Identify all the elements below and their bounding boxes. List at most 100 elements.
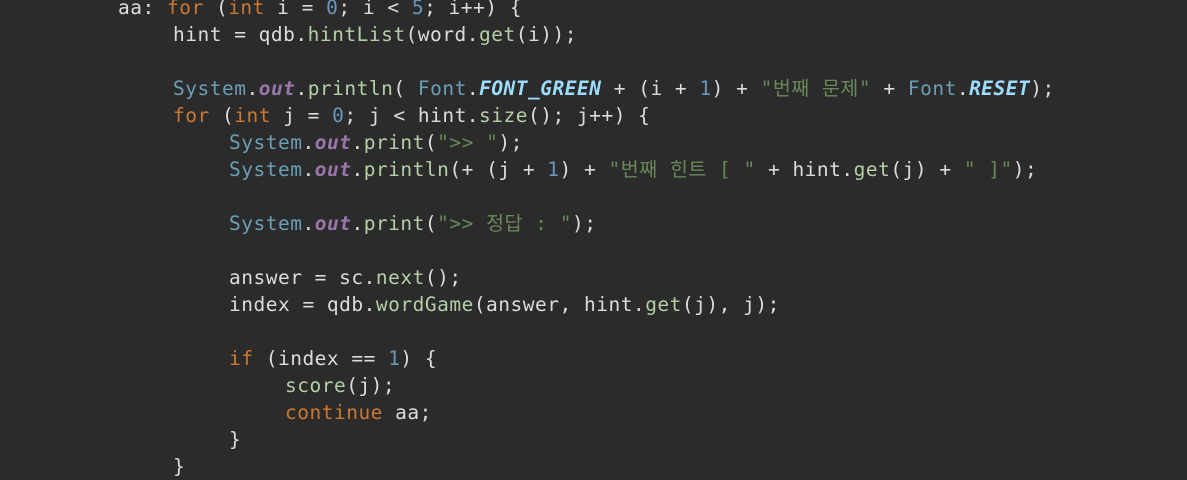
code-token: }	[229, 428, 242, 451]
code-token: );	[571, 212, 597, 235]
code-token: answer = sc.	[229, 266, 376, 289]
code-token: 1	[699, 77, 712, 100]
code-token: for	[173, 104, 210, 127]
code-line: score(j);	[285, 372, 395, 399]
code-line: for (int j = 0; j < hint.size(); j++) {	[173, 102, 650, 129]
code-token: );	[498, 131, 523, 154]
code-token: int	[228, 0, 265, 19]
code-line: if (index == 1) {	[229, 345, 437, 372]
code-token: (); j++) {	[528, 104, 651, 127]
code-token: println	[363, 158, 450, 181]
code-token: (index ==	[253, 347, 389, 370]
code-token: 1	[547, 158, 560, 181]
code-token: (	[203, 0, 229, 19]
code-token: get	[479, 23, 516, 46]
code-line: hint = qdb.hintList(word.get(i));	[173, 21, 577, 48]
code-token: aa;	[382, 401, 432, 424]
code-token: +	[871, 77, 908, 100]
code-token: Font	[417, 77, 467, 100]
code-token: ();	[424, 266, 462, 289]
code-token: " ]"	[963, 158, 1013, 181]
code-token: .	[295, 77, 308, 100]
code-token: System	[229, 212, 303, 235]
code-token: aa:	[118, 0, 167, 19]
code-token: "번째 힌트 [ "	[608, 158, 756, 181]
code-token: print	[363, 131, 425, 154]
code-token: int	[234, 104, 271, 127]
code-line: }	[173, 453, 185, 480]
code-line: System.out.println(+ (j + 1) + "번째 힌트 [ …	[229, 156, 1037, 183]
code-token: size	[479, 104, 529, 127]
code-token: FONT_GREEN	[479, 77, 602, 100]
code-token: + (i +	[601, 77, 700, 100]
code-token: ) +	[559, 158, 609, 181]
code-token: (	[393, 77, 418, 100]
code-token: 1	[388, 347, 401, 370]
code-line: System.out.print(">> 정답 : ");	[229, 210, 596, 237]
code-line: }	[229, 426, 241, 453]
code-token: hintList	[307, 23, 406, 46]
code-token: print	[363, 212, 425, 235]
code-token: wordGame	[375, 293, 474, 316]
code-token: ">> "	[437, 131, 499, 154]
code-token: System	[173, 77, 247, 100]
code-token: RESET	[969, 77, 1031, 100]
code-token: (answer, hint.	[473, 293, 646, 316]
code-token: 0	[332, 104, 345, 127]
code-token: "번째 문제"	[760, 77, 872, 100]
code-token: .	[351, 158, 364, 181]
code-token: .	[302, 158, 315, 181]
code-token: score	[285, 374, 347, 397]
code-token: 5	[411, 0, 425, 19]
code-token: (+ (j +	[449, 158, 548, 181]
code-token: ; i++) {	[424, 0, 522, 19]
code-token: .	[302, 131, 315, 154]
code-token: .	[302, 212, 315, 235]
code-token: .	[956, 77, 970, 100]
code-token: out	[314, 131, 352, 154]
code-token: (	[424, 212, 438, 235]
code-token: next	[375, 266, 425, 289]
code-token: if	[229, 347, 254, 370]
code-token: );	[1012, 158, 1038, 181]
code-token: (	[424, 131, 438, 154]
code-token: .	[351, 212, 364, 235]
code-token: out	[258, 77, 296, 100]
code-token: get	[853, 158, 891, 181]
code-token: get	[645, 293, 682, 316]
code-token: i =	[264, 0, 327, 19]
code-line: answer = sc.next();	[229, 264, 462, 291]
code-line: continue aa;	[285, 399, 432, 426]
code-token: out	[314, 158, 352, 181]
code-token: ) {	[400, 347, 438, 370]
code-token: }	[173, 455, 186, 478]
code-token: (word.	[405, 23, 480, 46]
code-token: ; i <	[338, 0, 412, 19]
code-token: .	[246, 77, 259, 100]
code-token: (j) +	[890, 158, 964, 181]
code-token: ) +	[711, 77, 761, 100]
code-token: Font	[907, 77, 957, 100]
code-editor[interactable]: aa: for (int i = 0; i < 5; i++) { hint =…	[0, 0, 1187, 480]
code-line: System.out.println( Font.FONT_GREEN + (i…	[173, 75, 1055, 102]
code-token: );	[1030, 77, 1055, 100]
code-token: continue	[285, 401, 383, 424]
code-token: hint = qdb.	[173, 23, 308, 46]
code-line: index = qdb.wordGame(answer, hint.get(j)…	[229, 291, 780, 318]
code-line: System.out.print(">> ");	[229, 129, 523, 156]
code-token: j =	[270, 104, 333, 127]
code-token: .	[466, 77, 480, 100]
code-token: (j), j);	[681, 293, 780, 316]
code-token: (	[209, 104, 235, 127]
code-line: aa: for (int i = 0; i < 5; i++) {	[118, 0, 522, 21]
code-token: ; j < hint.	[344, 104, 480, 127]
code-token: (i));	[515, 23, 577, 46]
code-token: (j);	[346, 374, 396, 397]
code-token: for	[166, 0, 204, 19]
code-token: index = qdb.	[229, 293, 376, 316]
code-token: .	[351, 131, 364, 154]
code-token: 0	[326, 0, 339, 19]
code-token: System	[229, 131, 303, 154]
code-token: System	[229, 158, 303, 181]
code-token: ">> 정답 : "	[437, 212, 572, 235]
